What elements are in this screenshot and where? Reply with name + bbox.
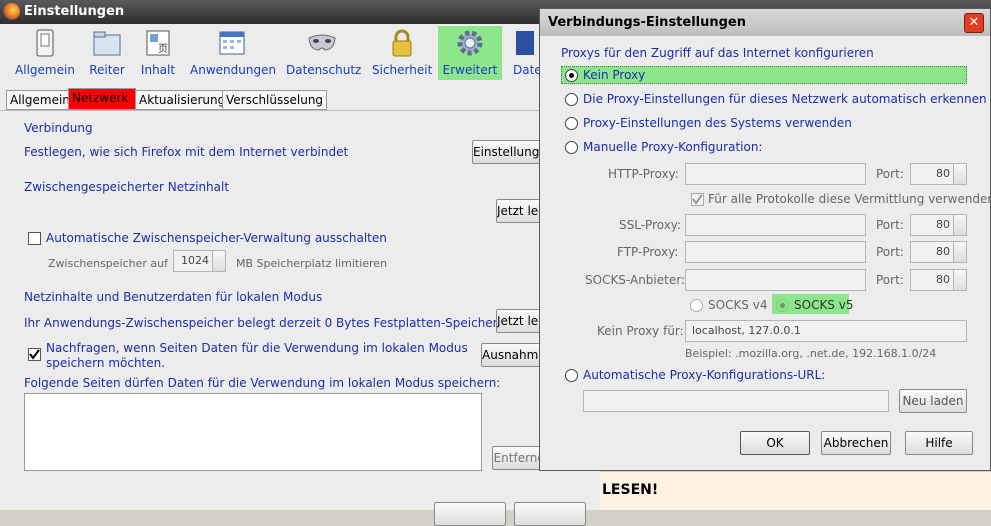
cache-auto-checkbox[interactable] bbox=[28, 232, 41, 245]
http-port-input[interactable]: 80 bbox=[910, 163, 967, 185]
offline-ask-checkbox[interactable] bbox=[28, 348, 41, 361]
cache-limit-prefix: Zwischenspeicher auf bbox=[48, 257, 169, 270]
offline-ask-label-line1: Nachfragen, wenn Seiten Daten für die Ve… bbox=[46, 341, 468, 355]
ssl-port-label: Port: bbox=[876, 218, 904, 232]
auto-detect-radio[interactable] bbox=[565, 93, 578, 106]
auto-url-input[interactable] bbox=[583, 390, 889, 412]
cache-auto-label: Automatische Zwischenspeicher-Verwaltung… bbox=[46, 231, 387, 245]
no-proxy-radio[interactable] bbox=[565, 69, 578, 82]
system-proxy-label[interactable]: Proxy-Einstellungen des Systems verwende… bbox=[583, 116, 852, 130]
background-text: LESEN! bbox=[602, 482, 659, 498]
socks-host-label: SOCKS-Anbieter: bbox=[585, 273, 685, 287]
socks-v5-radio[interactable] bbox=[776, 299, 789, 312]
connection-text: Festlegen, wie sich Firefox mit dem Inte… bbox=[24, 145, 349, 159]
http-proxy-input[interactable] bbox=[685, 163, 866, 185]
tab-allgemein[interactable]: Allgemein bbox=[6, 90, 74, 110]
offline-usage-text: Ihr Anwendungs-Zwischenspeicher belegt d… bbox=[24, 316, 527, 330]
switch-icon bbox=[30, 28, 60, 58]
toolbar-datei[interactable]: Datei bbox=[510, 26, 540, 80]
reload-button[interactable]: Neu laden bbox=[899, 389, 967, 413]
no-proxy-for-input[interactable]: localhost, 127.0.0.1 bbox=[685, 320, 967, 342]
help-button[interactable]: Hilfe bbox=[905, 431, 973, 455]
cache-heading: Zwischengespeicherter Netzinhalt bbox=[24, 180, 230, 194]
ftp-proxy-input[interactable] bbox=[685, 241, 866, 263]
offline-heading: Netzinhalte und Benutzerdaten für lokale… bbox=[24, 290, 323, 304]
toolbar-anwendungen[interactable]: Anwendungen bbox=[190, 26, 276, 80]
toolbar-sicherheit[interactable]: Sicherheit bbox=[372, 26, 432, 80]
dialog-titlebar: Verbindungs-Einstellungen ✕ bbox=[540, 9, 990, 36]
manual-proxy-radio[interactable] bbox=[565, 141, 578, 154]
no-proxy-for-label: Kein Proxy für: bbox=[597, 324, 684, 338]
auto-detect-label[interactable]: Die Proxy-Einstellungen für dieses Netzw… bbox=[583, 92, 987, 106]
ok-button[interactable]: OK bbox=[740, 431, 810, 455]
auto-url-label[interactable]: Automatische Proxy-Konfigurations-URL: bbox=[583, 368, 825, 382]
manual-proxy-label[interactable]: Manuelle Proxy-Konfiguration: bbox=[583, 140, 762, 154]
tab-divider bbox=[0, 110, 600, 111]
ftp-proxy-label: FTP-Proxy: bbox=[617, 245, 679, 259]
socks-v4-radio[interactable] bbox=[690, 299, 703, 312]
firefox-icon bbox=[3, 3, 20, 20]
ssl-proxy-input[interactable] bbox=[685, 214, 866, 236]
dialog-title: Verbindungs-Einstellungen bbox=[548, 15, 747, 30]
same-proxy-checkbox[interactable] bbox=[691, 193, 704, 206]
file-icon bbox=[510, 28, 540, 58]
auto-url-radio[interactable] bbox=[565, 369, 578, 382]
main-bottom-button-1[interactable] bbox=[434, 502, 506, 526]
socks-port-input[interactable]: 80 bbox=[910, 269, 967, 291]
toolbar-inhalt[interactable]: 页 Inhalt bbox=[138, 26, 178, 80]
ssl-proxy-label: SSL-Proxy: bbox=[619, 218, 682, 232]
connection-heading: Verbindung bbox=[24, 121, 93, 135]
main-bottom-button-2[interactable] bbox=[514, 502, 586, 526]
toolbar-erweitert[interactable]: Erweitert bbox=[438, 26, 502, 80]
toolbar-allgemein[interactable]: Allgemein bbox=[14, 26, 76, 80]
socks-v4-label[interactable]: SOCKS v4 bbox=[708, 298, 767, 312]
lock-icon bbox=[387, 28, 417, 58]
gear-icon bbox=[455, 28, 485, 58]
content-icon: 页 bbox=[143, 28, 173, 58]
checkmark-icon bbox=[692, 194, 703, 205]
socks-host-input[interactable] bbox=[685, 269, 866, 291]
svg-text:页: 页 bbox=[158, 43, 168, 55]
toolbar-datenschutz[interactable]: Datenschutz bbox=[286, 26, 361, 80]
no-proxy-example: Beispiel: .mozilla.org, .net.de, 192.168… bbox=[685, 347, 937, 360]
offline-ask-label-line2: speichern möchten. bbox=[46, 356, 166, 370]
offline-list-label: Folgende Seiten dürfen Daten für die Ver… bbox=[24, 376, 501, 390]
tab-aktualisierung[interactable]: Aktualisierung bbox=[135, 90, 230, 110]
http-proxy-label: HTTP-Proxy: bbox=[608, 167, 679, 181]
proxy-section-label: Proxys für den Zugriff auf das Internet … bbox=[561, 46, 874, 60]
offline-sites-list[interactable] bbox=[24, 393, 482, 471]
tab-netzwerk[interactable]: Netzwerk bbox=[68, 88, 136, 110]
socks-port-label: Port: bbox=[876, 273, 904, 287]
folder-icon bbox=[92, 28, 122, 58]
main-window-title: Einstellungen bbox=[24, 4, 125, 19]
socks-v5-label[interactable]: SOCKS v5 bbox=[794, 298, 853, 312]
http-port-label: Port: bbox=[876, 167, 904, 181]
cache-limit-suffix: MB Speicherplatz limitieren bbox=[236, 257, 388, 270]
tab-verschluesselung[interactable]: Verschlüsselung bbox=[222, 90, 328, 110]
system-proxy-radio[interactable] bbox=[565, 117, 578, 130]
same-proxy-label: Für alle Protokolle diese Vermittlung ve… bbox=[708, 192, 991, 206]
applications-icon bbox=[217, 28, 247, 58]
checkmark-icon bbox=[29, 349, 40, 360]
ftp-port-input[interactable]: 80 bbox=[910, 241, 967, 263]
close-icon[interactable]: ✕ bbox=[964, 13, 984, 33]
cancel-button[interactable]: Abbrechen bbox=[821, 431, 891, 455]
toolbar-reiter[interactable]: Reiter bbox=[84, 26, 130, 80]
background-page: LESEN! bbox=[600, 472, 991, 510]
mask-icon bbox=[307, 28, 337, 58]
ftp-port-label: Port: bbox=[876, 245, 904, 259]
cache-size-input[interactable]: 1024 bbox=[173, 250, 226, 272]
no-proxy-label[interactable]: Kein Proxy bbox=[583, 68, 645, 82]
ssl-port-input[interactable]: 80 bbox=[910, 214, 967, 236]
